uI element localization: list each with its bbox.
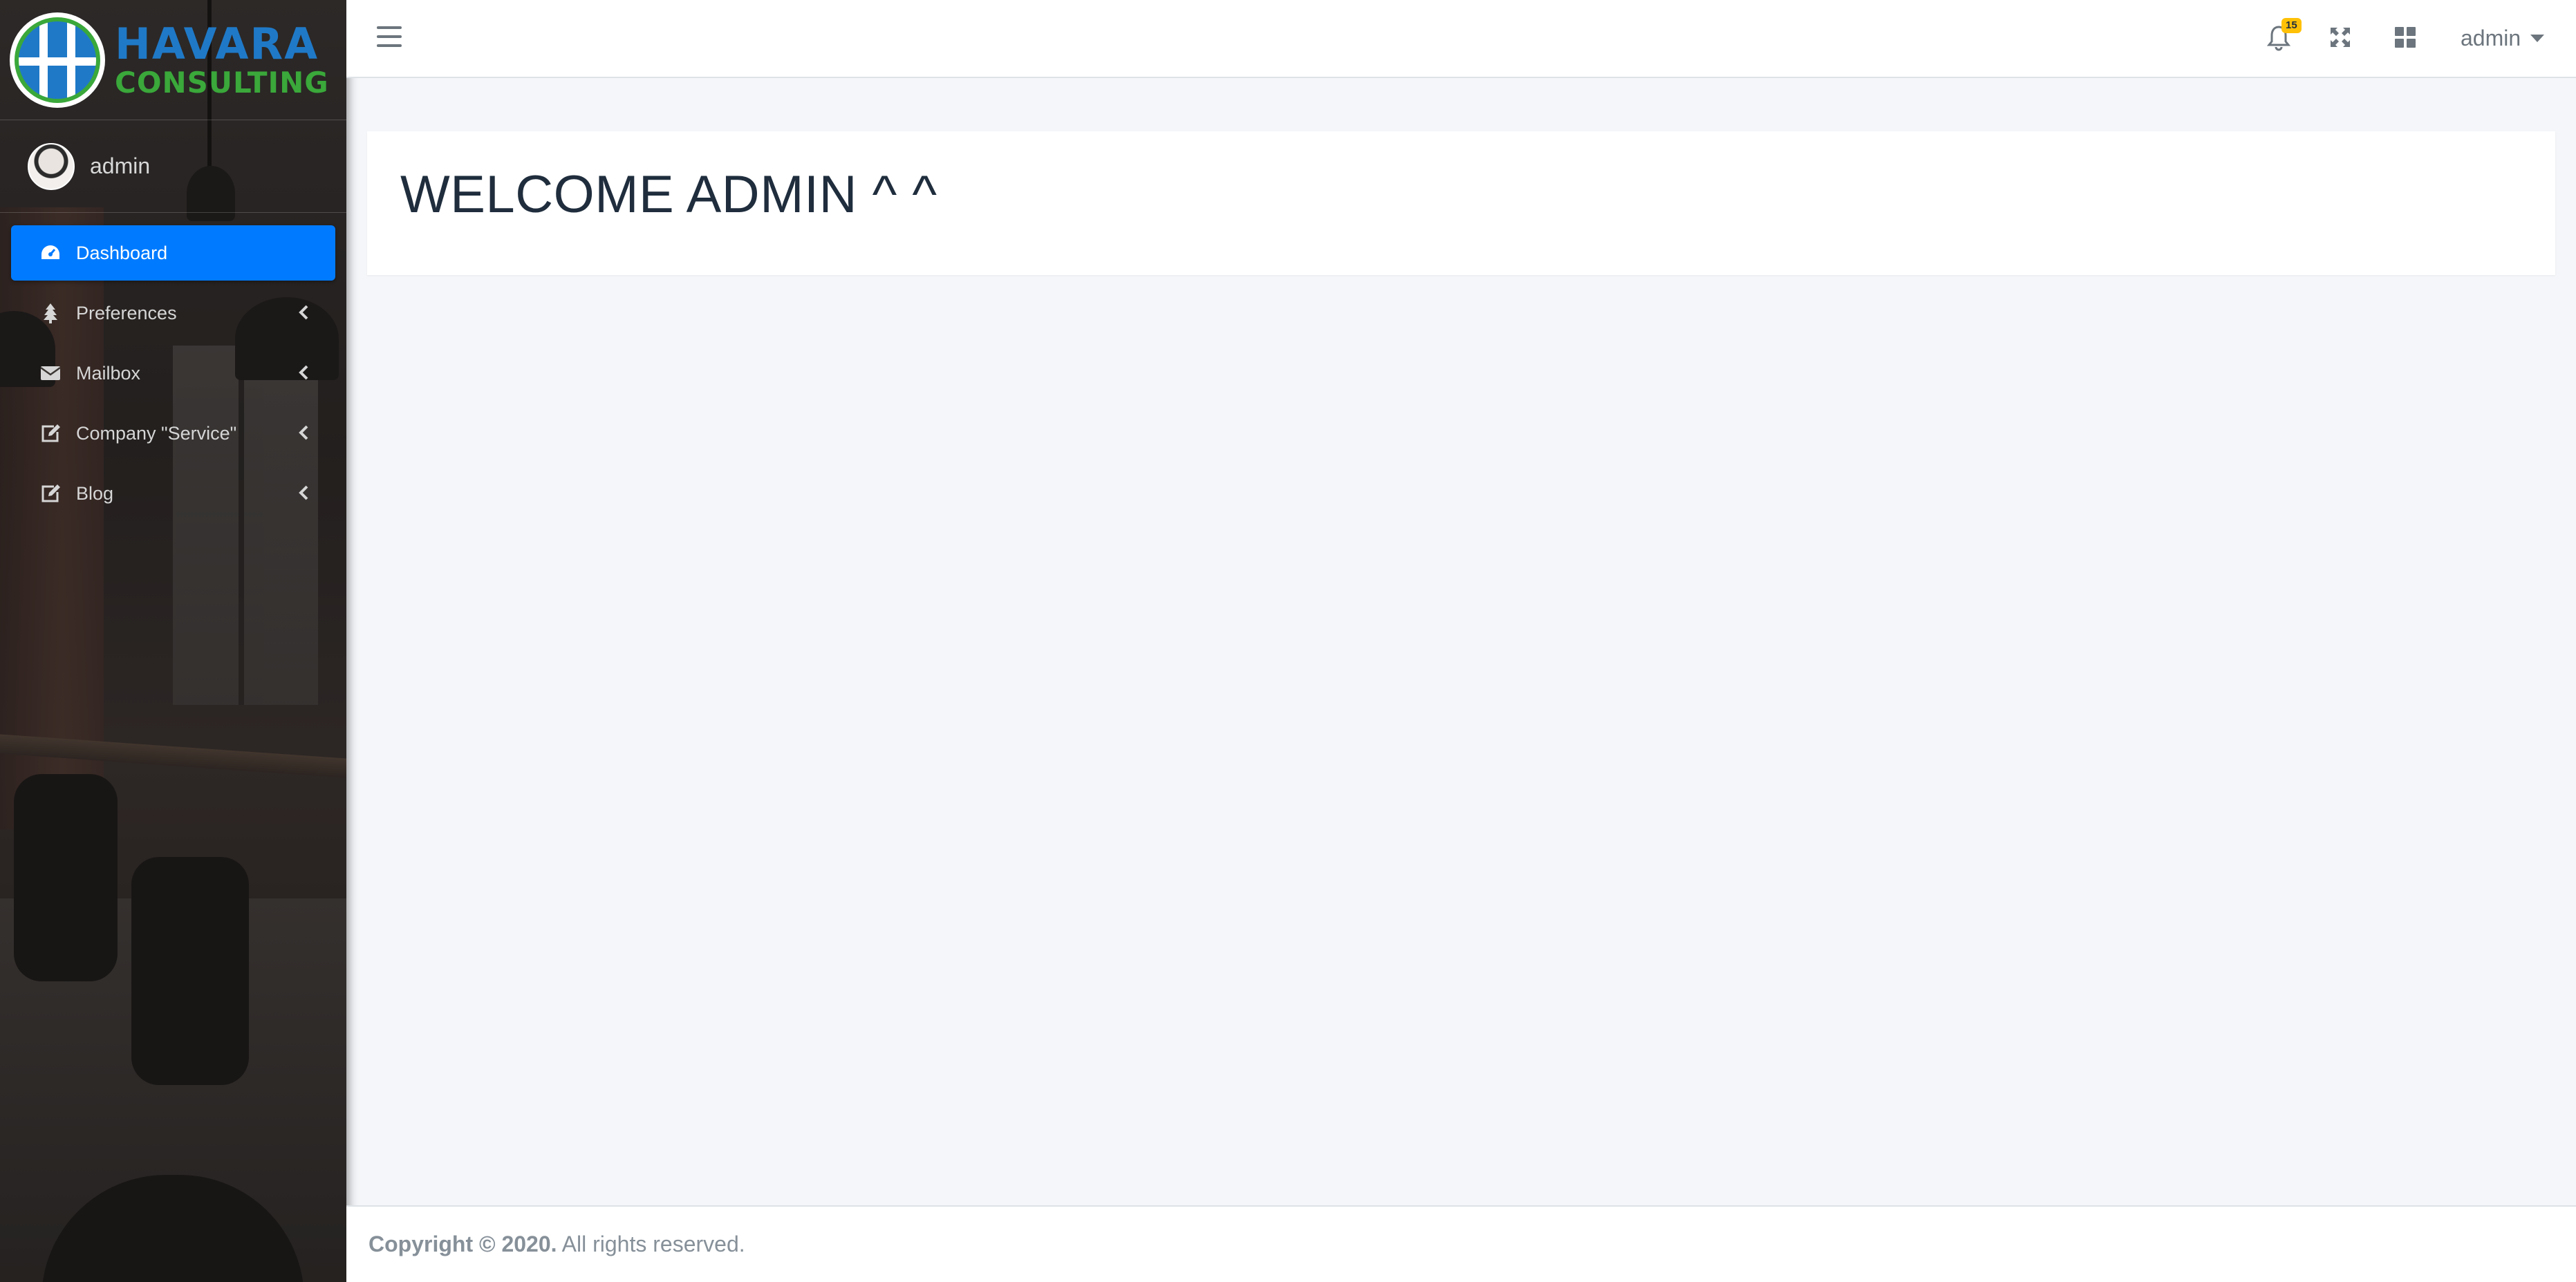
user-menu-dropdown[interactable]: admin — [2461, 22, 2545, 54]
brand-line1: HAVARA — [115, 18, 319, 69]
avatar — [28, 142, 75, 190]
notification-count-badge: 15 — [2281, 18, 2302, 33]
havara-logo-icon — [10, 12, 105, 108]
edit-icon — [39, 422, 62, 445]
edit-icon — [39, 482, 62, 505]
sidebar-item-label: Mailbox — [76, 362, 141, 384]
sidebar-nav: Dashboard Preferences Mailbox Company "S… — [0, 213, 346, 521]
sidebar-item-label: Dashboard — [76, 242, 168, 263]
footer-rights: All rights reserved. — [557, 1232, 745, 1256]
sidebar-item-mailbox[interactable]: Mailbox — [11, 346, 335, 401]
sidebar-item-dashboard[interactable]: Dashboard — [11, 225, 335, 281]
sidebar-item-preferences[interactable]: Preferences — [11, 285, 335, 341]
footer: Copyright © 2020. All rights reserved. — [346, 1205, 2576, 1282]
sidebar: HAVARA CONSULTING admin Dashboard Prefer… — [0, 0, 346, 1282]
expand-icon — [2331, 28, 2350, 47]
brand-line2: CONSULTING — [115, 65, 329, 100]
sidebar-item-blog[interactable]: Blog — [11, 466, 335, 521]
user-panel[interactable]: admin — [0, 120, 346, 213]
sidebar-item-label: Company "Service" — [76, 422, 237, 444]
sidebar-item-label: Blog — [76, 482, 114, 504]
chevron-left-icon — [299, 305, 308, 320]
fullscreen-button[interactable] — [2325, 22, 2355, 53]
top-navbar: 15 admin — [346, 0, 2576, 78]
tree-icon — [39, 301, 62, 325]
chevron-left-icon — [299, 365, 308, 380]
brand-logo[interactable]: HAVARA CONSULTING — [0, 0, 346, 120]
user-menu-label: admin — [2461, 25, 2521, 50]
apps-button[interactable] — [2390, 22, 2420, 53]
chevron-left-icon — [299, 485, 308, 500]
grid-icon — [2395, 27, 2416, 48]
menu-toggle-icon[interactable] — [377, 26, 402, 48]
chevron-left-icon — [299, 425, 308, 440]
sidebar-item-label: Preferences — [76, 302, 177, 323]
envelope-icon — [39, 361, 62, 385]
tachometer-icon — [39, 241, 62, 265]
welcome-card: WELCOME ADMIN ^ ^ — [367, 131, 2555, 275]
user-panel-name[interactable]: admin — [90, 153, 150, 179]
footer-copyright: Copyright © 2020. — [368, 1232, 557, 1256]
caret-down-icon — [2530, 34, 2545, 42]
page-title: WELCOME ADMIN ^ ^ — [400, 165, 937, 224]
sidebar-item-company-service[interactable]: Company "Service" — [11, 406, 335, 461]
notifications-button[interactable]: 15 — [2264, 18, 2302, 53]
